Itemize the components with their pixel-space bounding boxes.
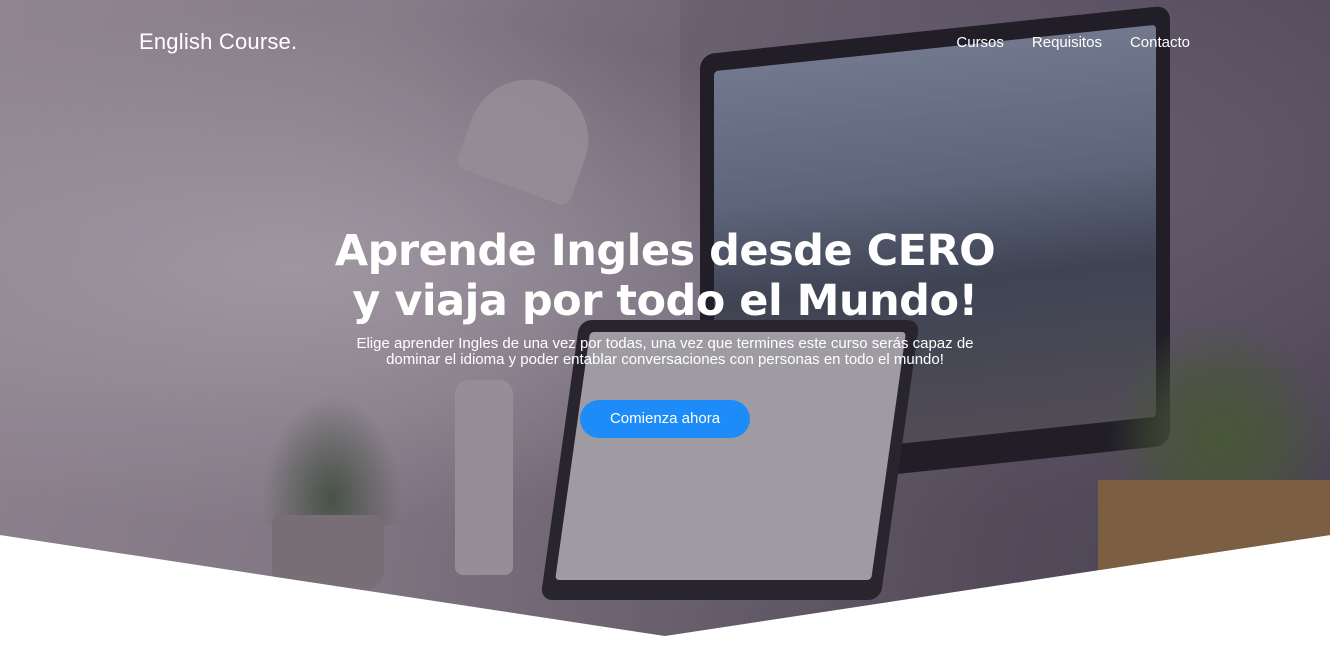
hero-section: English Course. Cursos Requisitos Contac… xyxy=(0,0,1330,668)
hero-headline: Aprende Ingles desde CERO y viaja por to… xyxy=(334,226,996,326)
brand-logo[interactable]: English Course. xyxy=(139,29,297,55)
start-now-button[interactable]: Comienza ahora xyxy=(580,400,750,438)
nav-item-cursos[interactable]: Cursos xyxy=(956,34,1004,51)
hero-content: Aprende Ingles desde CERO y viaja por to… xyxy=(0,226,1330,438)
nav-item-contacto[interactable]: Contacto xyxy=(1130,34,1190,51)
nav-item-requisitos[interactable]: Requisitos xyxy=(1032,34,1102,51)
main-navigation: Cursos Requisitos Contacto xyxy=(956,34,1190,51)
hero-subtext: Elige aprender Ingles de una vez por tod… xyxy=(356,335,974,368)
